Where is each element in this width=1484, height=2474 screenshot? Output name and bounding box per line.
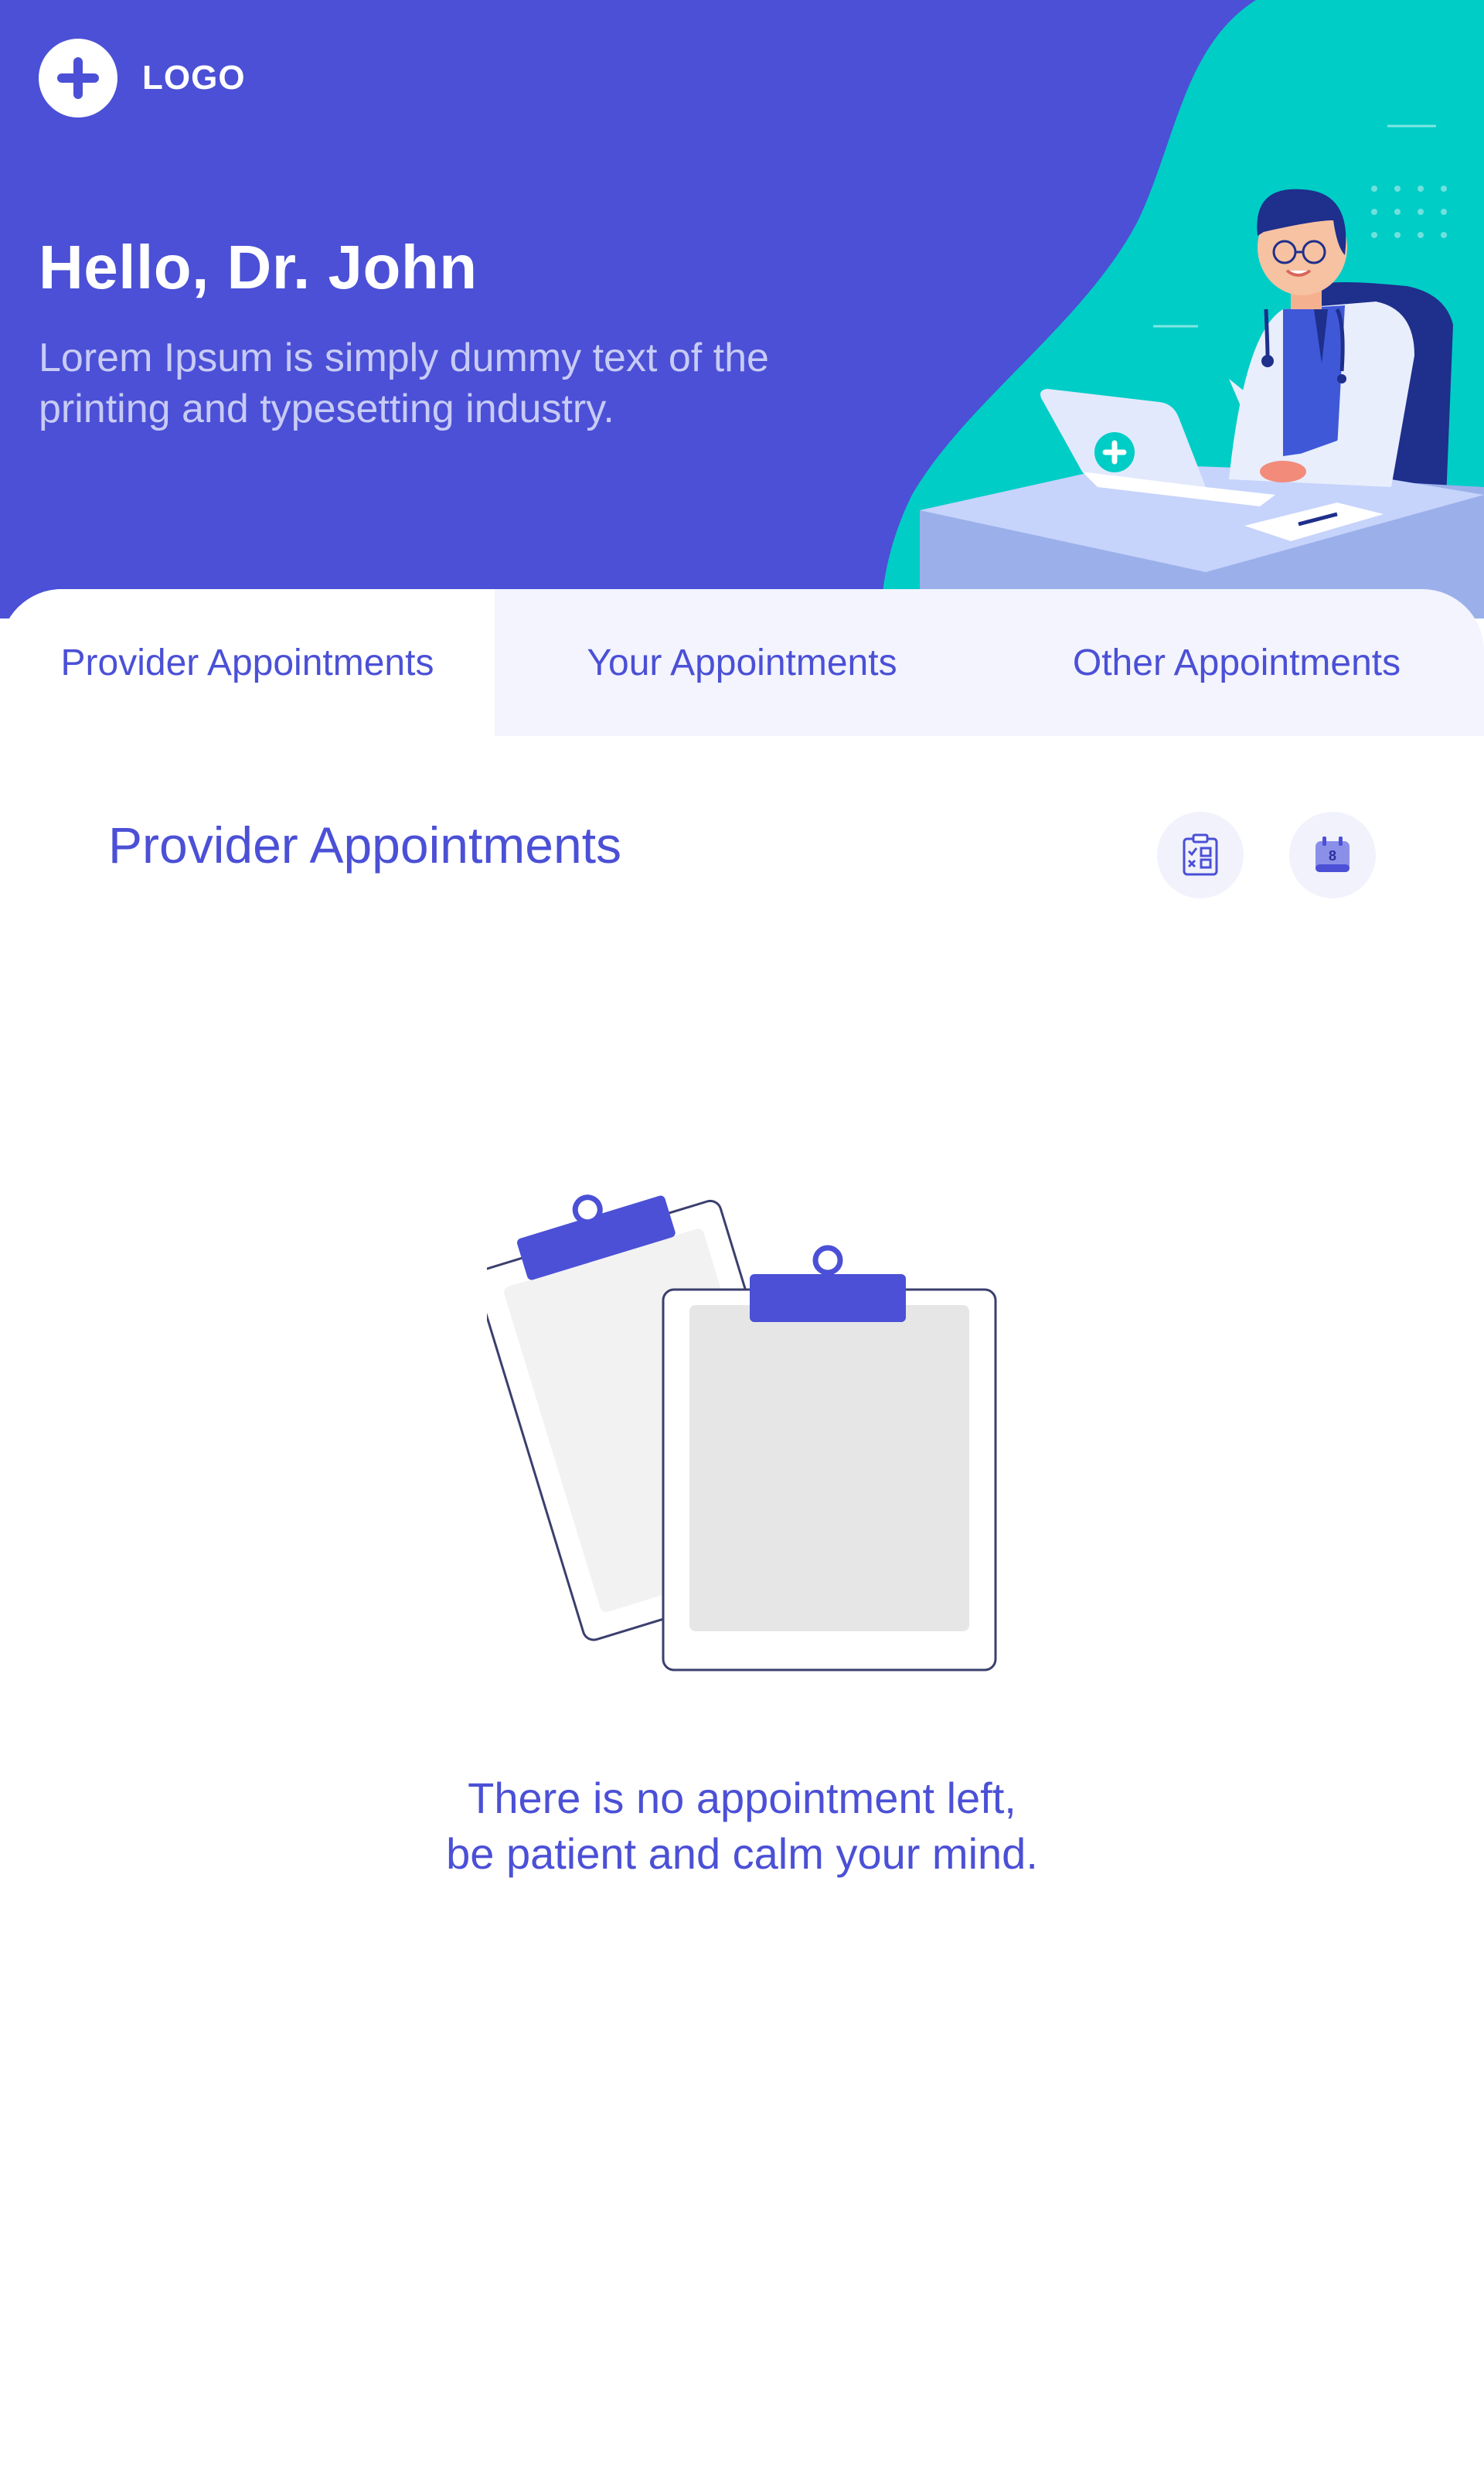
empty-state-message: There is no appointment left, be patient… <box>0 1770 1484 1882</box>
appointment-tabs: Provider Appointments Your Appointments … <box>0 589 1484 736</box>
greeting-subtitle: Lorem Ipsum is simply dummy text of the … <box>39 336 769 431</box>
calendar-day-badge: 8 <box>1329 848 1336 864</box>
section-title: Provider Appointments <box>108 816 622 874</box>
checklist-icon <box>1183 833 1218 876</box>
doctor-illustration <box>920 189 1484 618</box>
checklist-button[interactable] <box>1157 812 1244 898</box>
calendar-icon: 8 <box>1316 837 1350 872</box>
greeting-title: Hello, Dr. John <box>39 233 478 302</box>
tab-provider-appointments[interactable]: Provider Appointments <box>0 589 495 736</box>
tab-other-appointments[interactable]: Other Appointments <box>989 589 1484 736</box>
plus-logo-icon <box>39 39 117 118</box>
empty-clipboards-illustration <box>487 1194 997 1671</box>
empty-state-line-2: be patient and calm your mind. <box>446 1829 1038 1878</box>
tab-your-appointments[interactable]: Your Appointments <box>495 589 989 736</box>
calendar-button[interactable]: 8 <box>1289 812 1376 898</box>
empty-state-line-1: There is no appointment left, <box>468 1774 1016 1822</box>
hero-header: LOGO Hello, Dr. John Lorem Ipsum is simp… <box>0 0 1484 618</box>
logo-text: LOGO <box>142 59 246 97</box>
logo[interactable]: LOGO <box>39 39 246 118</box>
